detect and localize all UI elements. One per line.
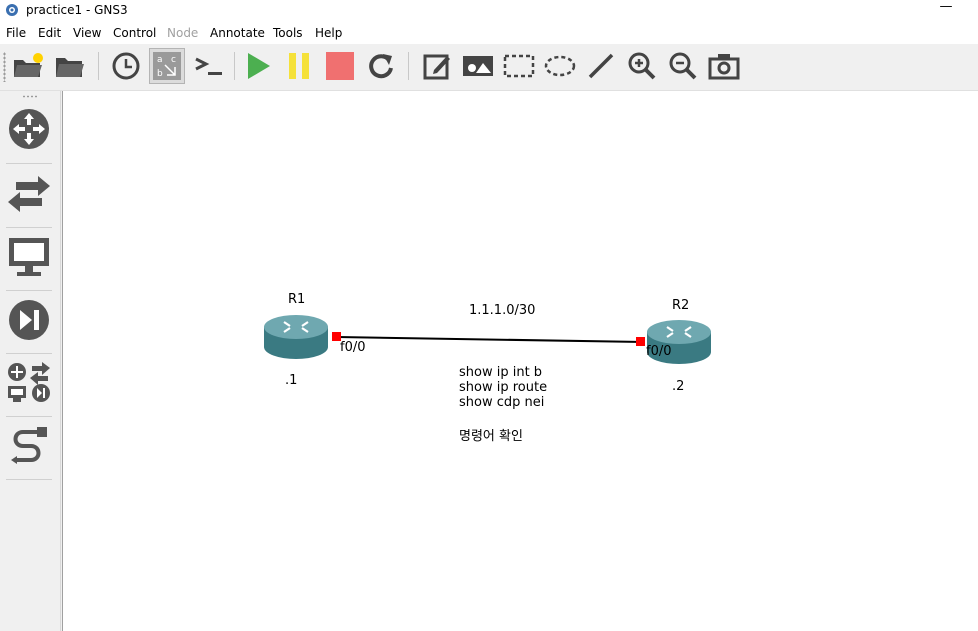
r2-interface-label[interactable]: f0/0 — [646, 344, 672, 359]
stop-icon — [326, 52, 354, 80]
open-project-icon — [56, 58, 84, 77]
console-all-button[interactable] — [191, 48, 227, 84]
svg-text:b: b — [157, 69, 163, 79]
add-link-icon — [11, 427, 47, 464]
screenshot-button[interactable] — [706, 48, 742, 84]
r1-label[interactable]: R1 — [288, 292, 305, 307]
pause-all-button[interactable] — [281, 48, 317, 84]
start-icon — [248, 53, 270, 79]
show-interface-labels-button[interactable]: a c b — [149, 48, 185, 84]
sidebar-separator — [6, 479, 52, 480]
reload-all-button[interactable] — [363, 48, 399, 84]
insert-picture-button[interactable] — [460, 48, 496, 84]
router-r1[interactable] — [262, 313, 330, 364]
devices-sidebar — [0, 91, 61, 631]
svg-text:a: a — [157, 55, 163, 65]
menu-tools[interactable]: Tools — [273, 26, 303, 40]
zoom-in-icon — [628, 52, 656, 80]
zoom-in-button[interactable] — [624, 48, 660, 84]
sidebar-separator — [6, 290, 52, 291]
add-note-icon — [423, 54, 450, 80]
zoom-out-button[interactable] — [665, 48, 701, 84]
routers-icon — [9, 109, 49, 149]
command-line: show ip route — [459, 380, 548, 395]
browse-security-devices-button[interactable] — [5, 296, 53, 344]
menu-annotate[interactable]: Annotate — [210, 26, 265, 40]
browse-routers-button[interactable] — [5, 105, 53, 153]
insert-picture-icon — [463, 56, 493, 76]
sidebar-separator — [6, 416, 52, 417]
minimize-button[interactable]: — — [936, 0, 956, 18]
show-interface-labels-icon: a c b — [153, 52, 181, 80]
toolbar-separator — [408, 52, 409, 80]
zoom-out-icon — [669, 52, 697, 80]
screenshot-icon — [708, 54, 740, 80]
r2-address-note[interactable]: .2 — [672, 379, 684, 394]
topology-canvas[interactable]: R1 R2 f0/0 f0/0 1.1.1.0/30 .1 .2 show ip… — [62, 91, 978, 631]
pause-icon — [289, 53, 309, 79]
switches-icon — [8, 176, 50, 212]
stop-all-button[interactable] — [322, 48, 358, 84]
sidebar-grip[interactable] — [22, 95, 38, 98]
sidebar-separator — [6, 163, 52, 164]
verify-commands-note[interactable]: 명령어 확인 — [459, 425, 523, 444]
draw-ellipse-button[interactable] — [542, 48, 578, 84]
menu-control[interactable]: Control — [113, 26, 156, 40]
add-link-button[interactable] — [5, 423, 53, 471]
new-project-button[interactable] — [10, 48, 46, 84]
start-all-button[interactable] — [240, 48, 276, 84]
r1-interface-label[interactable]: f0/0 — [340, 340, 366, 355]
browse-end-devices-button[interactable] — [5, 233, 53, 281]
r2-label[interactable]: R2 — [672, 298, 689, 313]
end-devices-icon — [9, 238, 49, 276]
svg-text:c: c — [171, 55, 176, 65]
sidebar-separator — [6, 353, 52, 354]
open-project-button[interactable] — [52, 48, 88, 84]
links-layer — [332, 332, 645, 346]
command-line: show ip int b — [459, 365, 543, 380]
subnet-note[interactable]: 1.1.1.0/30 — [469, 303, 535, 318]
gns3-app-icon — [6, 4, 18, 16]
toolbar: a c b — [0, 44, 978, 91]
draw-ellipse-icon — [544, 55, 576, 77]
menu-bar: File Edit View Control Node Annotate Too… — [0, 22, 978, 44]
menu-help[interactable]: Help — [315, 26, 342, 40]
all-devices-icon — [8, 362, 50, 402]
command-line: show cdp nei — [459, 395, 545, 410]
sidebar-separator — [6, 227, 52, 228]
browse-switches-button[interactable] — [5, 170, 53, 218]
commands-note[interactable]: show ip int b show ip route show cdp nei — [459, 365, 547, 410]
menu-edit[interactable]: Edit — [38, 26, 61, 40]
r1-address-note[interactable]: .1 — [285, 373, 297, 388]
window-title: practice1 - GNS3 — [26, 3, 128, 17]
menu-node[interactable]: Node — [167, 26, 198, 40]
link-r1-r2[interactable] — [336, 336, 642, 343]
console-icon — [195, 57, 222, 75]
reload-icon — [369, 54, 393, 79]
r2-port-status-indicator — [636, 337, 645, 346]
add-note-button[interactable] — [419, 48, 455, 84]
security-devices-icon — [9, 300, 49, 340]
toolbar-separator — [234, 52, 235, 80]
menu-file[interactable]: File — [6, 26, 26, 40]
draw-rectangle-button[interactable] — [501, 48, 537, 84]
snapshot-clock-icon — [112, 52, 140, 80]
browse-all-devices-button[interactable] — [5, 359, 53, 407]
draw-line-icon — [588, 53, 614, 79]
snapshot-button[interactable] — [108, 48, 144, 84]
new-project-icon — [14, 53, 43, 77]
router-icon — [264, 315, 328, 359]
toolbar-grip[interactable] — [3, 52, 6, 82]
title-bar: practice1 - GNS3 — — [0, 0, 978, 22]
toolbar-separator — [98, 52, 99, 80]
draw-line-button[interactable] — [583, 48, 619, 84]
menu-view[interactable]: View — [73, 26, 101, 40]
draw-rectangle-icon — [503, 54, 535, 78]
